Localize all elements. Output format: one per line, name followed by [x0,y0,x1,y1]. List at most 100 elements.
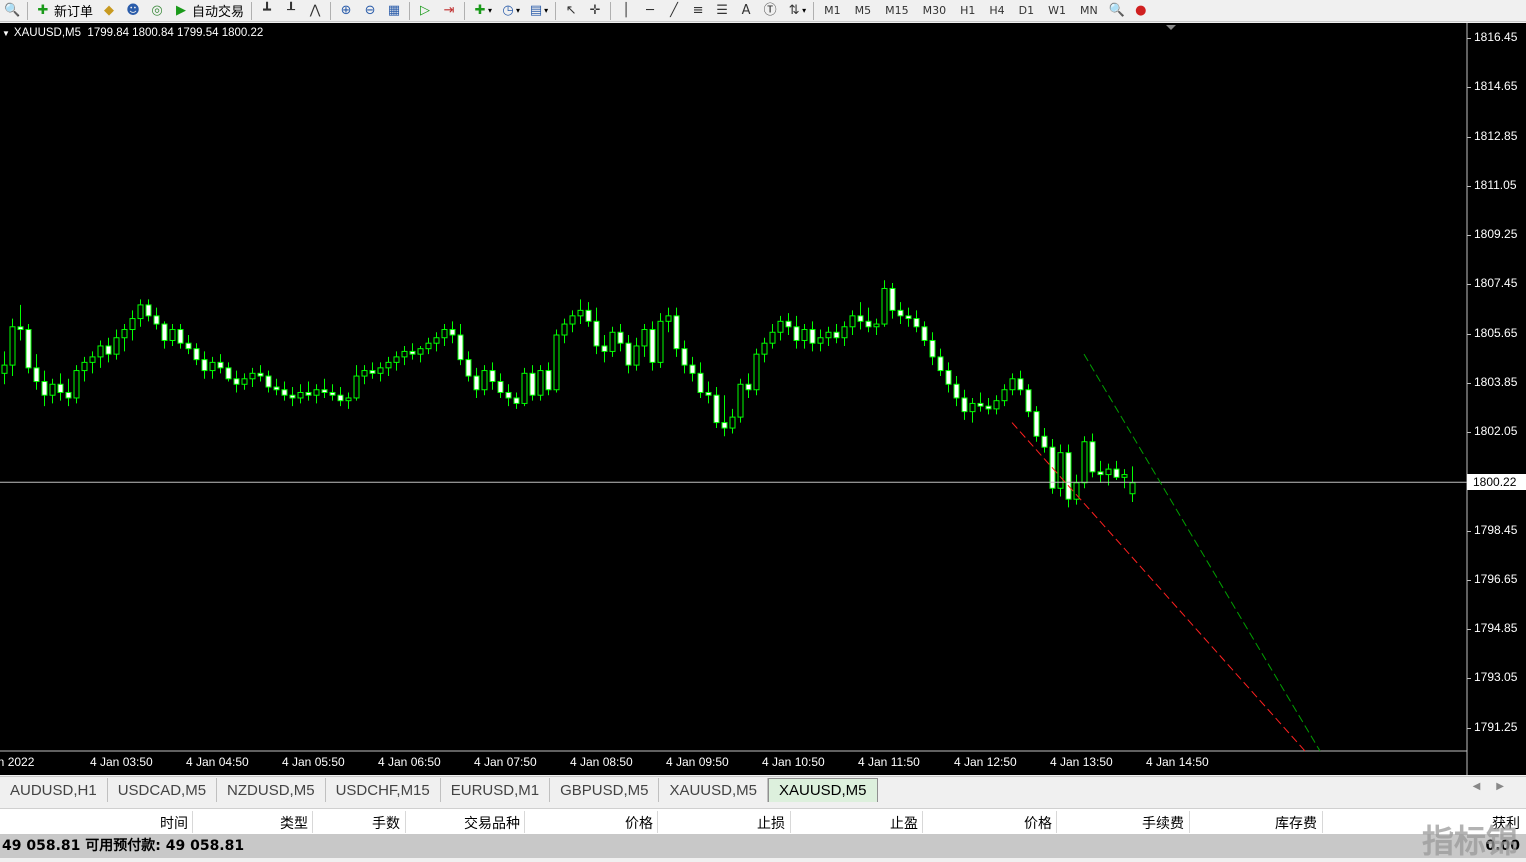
market-watch-button[interactable]: ◆ [97,1,121,21]
col-price[interactable]: 价格 [530,813,653,833]
search-button[interactable]: 🔍 [1105,1,1129,21]
price-tick [1467,235,1471,237]
time-label: 4 Jan 2022 [0,755,35,769]
fibonacci-button[interactable]: ☰ [710,1,734,21]
clock-icon: ◷ [502,2,514,18]
col-divider [790,811,791,833]
chart-window[interactable]: ▼ XAUUSD,M5 1799.84 1800.84 1799.54 1800.… [0,23,1526,775]
text-button[interactable]: A [734,1,758,21]
indicators-button[interactable]: ✚ ▾ [468,1,496,21]
tab-usdcad-m5[interactable]: USDCAD,M5 [108,778,218,802]
candle-bear [497,381,504,393]
candle-bear [57,383,64,393]
candle-bear [1113,468,1120,478]
timeframe-m1[interactable]: M1 [817,1,848,21]
candle-bear [1025,389,1032,413]
horizontal-line-button[interactable]: ─ [638,1,662,21]
templates-button[interactable]: ▤ ▾ [524,1,552,21]
time-label: 4 Jan 05:50 [282,755,345,769]
timeframe-h1[interactable]: H1 [953,1,982,21]
auto-scroll-icon: ▷ [420,2,431,18]
candle-bear [601,345,608,352]
periods-button[interactable]: ◷ ▾ [496,1,524,21]
line-chart-button[interactable]: ⋀ [303,1,327,21]
navigator-button[interactable]: ☻ [121,1,145,21]
col-time[interactable]: 时间 [100,813,188,833]
tab-audusd-h1[interactable]: AUDUSD,H1 [0,778,108,802]
bar-chart-button[interactable]: ┻ [255,1,279,21]
notification-icon: ● [1135,2,1147,18]
tab-gbpusd-m5[interactable]: GBPUSD,M5 [550,778,660,802]
candlestick-button[interactable]: ┸ [279,1,303,21]
col-symbol[interactable]: 交易品种 [410,813,520,833]
timeframe-h4[interactable]: H4 [982,1,1011,21]
timeframe-m30[interactable]: M30 [916,1,954,21]
candle-bull [817,337,824,344]
auto-scroll-button[interactable]: ▷ [413,1,437,21]
tab-scroll-arrows-icon[interactable]: ◀▶ [1473,781,1520,792]
zoom-out-button[interactable]: ⊖ [358,1,382,21]
candle-bear [889,287,896,311]
time-label: 4 Jan 07:50 [474,755,537,769]
zoom-in-button[interactable]: ⊕ [334,1,358,21]
candle-bull [425,342,432,350]
candle-bear [937,356,944,372]
candle-bear [457,334,464,361]
cursor-icon: ↖ [565,2,577,18]
candle-bear [281,389,288,396]
template-icon: ▤ [529,2,543,18]
price-label: 1793.05 [1474,670,1518,685]
notification-button[interactable]: ● [1129,1,1153,21]
cursor-tool-button[interactable]: ↖ [559,1,583,21]
price-label: 1809.25 [1474,227,1518,242]
candle-bull [825,331,832,339]
candlestick-icon: ┸ [287,2,295,18]
col-divider [657,811,658,833]
globe-button[interactable]: ◎ [145,1,169,21]
text-label-button[interactable]: Ⓣ [758,1,782,21]
tab-xauusd-m5-active[interactable]: XAUUSD,M5 [768,778,878,802]
timeframe-d1[interactable]: D1 [1012,1,1041,21]
col-take-profit[interactable]: 止盈 [800,813,918,833]
new-order-button[interactable]: ✚ 新订单 [31,1,97,21]
candle-bear [649,329,656,363]
tab-xauusd-m5[interactable]: XAUUSD,M5 [659,778,768,802]
candle-bear [681,348,688,366]
crosshair-tool-button[interactable]: ✛ [583,1,607,21]
chart-shift-button[interactable]: ⇥ [437,1,461,21]
zoom-in-icon: ⊕ [340,2,352,18]
timeframe-w1[interactable]: W1 [1041,1,1073,21]
channel-button[interactable]: ≡ [686,1,710,21]
col-swap[interactable]: 库存费 [1195,813,1317,833]
col-type[interactable]: 类型 [200,813,308,833]
col-current-price[interactable]: 价格 [930,813,1052,833]
tile-windows-button[interactable]: ▦ [382,1,406,21]
vertical-line-button[interactable]: │ [614,1,638,21]
candle-bear [369,370,376,374]
candle-bull [1081,441,1088,484]
tab-usdchf-m15[interactable]: USDCHF,M15 [326,778,441,802]
timeframe-m15[interactable]: M15 [878,1,916,21]
timeframe-mn[interactable]: MN [1073,1,1105,21]
chart-shift-marker-icon [1166,25,1176,30]
tab-nzdusd-m5[interactable]: NZDUSD,M5 [217,778,326,802]
col-stop-loss[interactable]: 止损 [665,813,785,833]
zoom-chart-button[interactable]: 🔍 [0,1,24,21]
arrows-button[interactable]: ⇅ ▾ [782,1,810,21]
chart-symbol: XAUUSD,M5 [13,27,82,39]
candle-bull [537,370,544,396]
trendline-button[interactable]: ╱ [662,1,686,21]
col-commission[interactable]: 手续费 [1062,813,1184,833]
candle-bear [705,391,712,396]
autotrade-button[interactable]: ▶ 自动交易 [169,1,248,21]
price-label: 1796.65 [1474,571,1518,586]
candle-bull [521,372,528,404]
channel-icon: ≡ [692,2,704,18]
col-lots[interactable]: 手数 [320,813,400,833]
zoom-out-icon: ⊖ [364,2,376,18]
timeframe-m5[interactable]: M5 [848,1,879,21]
candle-bear [529,372,536,396]
price-chart[interactable] [0,23,1526,775]
current-price-label: 1800.22 [1467,474,1526,491]
tab-eurusd-m1[interactable]: EURUSD,M1 [441,778,551,802]
